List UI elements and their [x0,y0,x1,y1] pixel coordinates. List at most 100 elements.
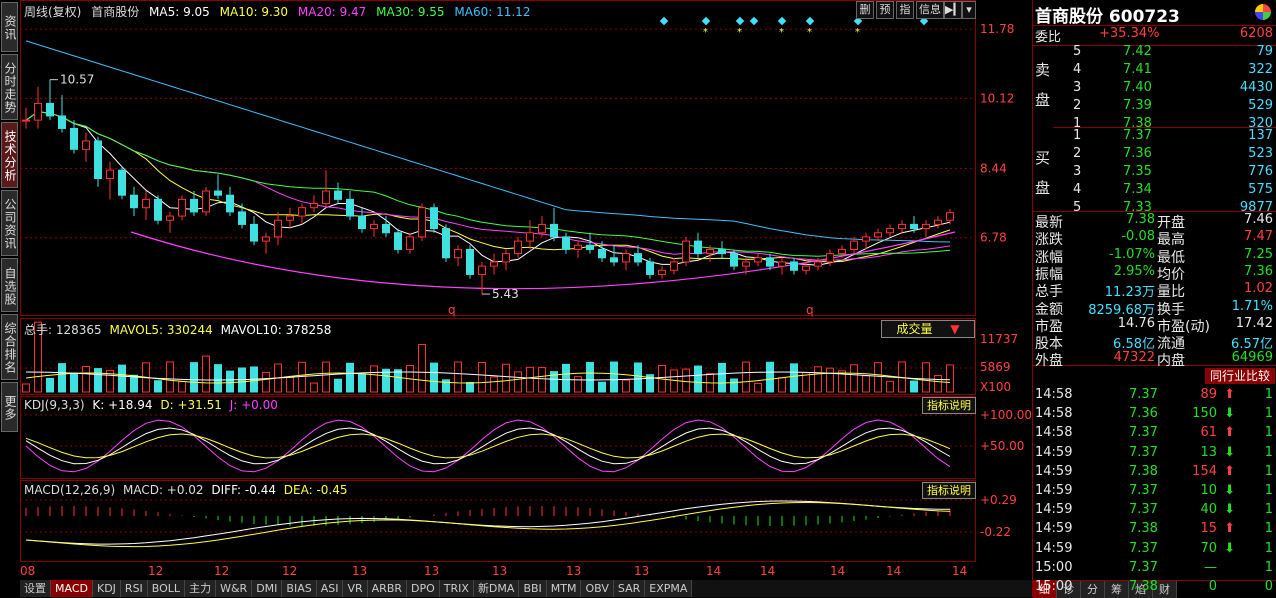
indicator-tab-7[interactable]: DMI [252,580,283,597]
indicator-tab-1[interactable]: MACD [51,580,93,597]
event-star-icon: * [737,27,742,38]
volume-bar [334,378,342,393]
level-price: 7.36 [1123,146,1152,161]
mavol5: MAVOL5: 330244 [109,323,213,337]
level-price: 7.37 [1123,128,1152,143]
chevron-down-icon[interactable]: ▾ [962,1,976,19]
volume-bar [418,343,426,393]
trade-row: 14:58 7.36 150 ⬇ 1 [1033,406,1276,425]
kdj-header: KDJ(9,3,3) K: +18.94 D: +31.51 J: +0.00 [24,398,278,412]
volume-bar [202,355,210,393]
price-tick-label: 8.44 [980,162,1007,176]
trade-time: 14:58 [1035,387,1073,402]
candle-body [634,253,642,263]
candle-body [586,244,594,250]
volume-bar [262,371,270,393]
volume-bar [946,364,954,393]
volume-bar [394,369,402,393]
indicator-tab-0[interactable]: 设置 [20,580,51,597]
level-number: 1 [1073,128,1082,143]
indicator-tab-19[interactable]: EXPMA [645,580,693,597]
level-number: 2 [1073,146,1082,161]
industry-compare-button[interactable]: 同行业比较 [1205,368,1275,384]
event-star-icon: * [779,27,784,38]
stat-value: 17.42 [1235,315,1273,331]
indicator-tab-8[interactable]: BIAS [282,580,317,597]
indicator-tab-17[interactable]: OBV [581,580,614,597]
volume-bar [826,367,834,393]
volume-bar [622,379,630,393]
volume-bar [358,373,366,393]
arrow-up-icon: ⬆ [1224,425,1235,441]
x-axis-label: 14 [886,564,901,578]
indicator-tab-9[interactable]: ASI [316,580,344,597]
indicator-tab-6[interactable]: W&R [216,580,253,597]
macd-help-button[interactable]: 指标说明 [922,482,976,499]
tab-more[interactable]: 更多 [1,382,18,432]
expand-icon[interactable]: ▶▎ [944,1,962,19]
trade-count: 1 [1264,463,1273,479]
quote-title: 首商股份 600723 [1035,7,1180,27]
trade-price: 7.37 [1129,425,1158,441]
indicator-tab-18[interactable]: SAR [613,580,646,597]
price-panel-border [20,0,976,316]
ma10-value: MA10: 9.30 [219,5,289,19]
volume-bar [478,361,486,393]
trade-time: 14:58 [1035,406,1073,422]
indicator-tab-14[interactable]: 新DMA [473,580,520,597]
level-volume: 79 [1256,44,1273,59]
volume-bar [814,366,822,393]
tab-technical[interactable]: 技术分析 [1,122,18,188]
stat-row: 振幅 2.95% 均价 7.36 [1033,264,1276,283]
indicator-tab-15[interactable]: BBI [519,580,547,597]
kdj-help-button[interactable]: 指标说明 [922,397,976,414]
volume-bar [694,365,702,393]
volume-bar [598,381,606,393]
indicator-tab-13[interactable]: TRIX [439,580,474,597]
indicator-tab-4[interactable]: BOLL [147,580,186,597]
tab-watchlist[interactable]: 自选股 [1,258,18,312]
candle-body [502,253,510,263]
q-marker: q [806,303,814,317]
mavol5-line [25,372,951,384]
trade-volume: 40 [1200,502,1217,518]
indicator-tab-16[interactable]: MTM [546,580,582,597]
arrow-down-icon: ⬇ [1224,444,1235,460]
left-tab-bar: 资讯 分时走势 技术分析 公司资讯 自选股 综合排名 更多 [0,0,20,597]
candle-body [214,190,222,196]
indicator-tab-10[interactable]: VR [343,580,368,597]
candle-body [382,223,390,234]
tab-news[interactable]: 资讯 [1,2,18,52]
trade-count: 1 [1264,406,1273,422]
tab-intraday[interactable]: 分时走势 [1,54,18,120]
indicator-tab-11[interactable]: ARBR [367,580,408,597]
volume-indicator-select[interactable]: 成交量 ▼ [881,320,975,338]
candle-body [286,215,294,221]
candle-body [226,194,234,213]
trade-count: 1 [1264,444,1273,460]
trade-price: 7.38 [1129,463,1158,479]
indicator-button[interactable]: 指 [896,1,914,19]
volume-bar [58,363,66,393]
level-volume: 529 [1248,98,1273,113]
tab-company-info[interactable]: 公司资讯 [1,190,18,256]
indicator-tab-12[interactable]: DPO [407,580,440,597]
indicator-tab-3[interactable]: RSI [120,580,148,597]
delete-button[interactable]: 删 [856,1,874,19]
indicator-tab-5[interactable]: 主力 [185,580,217,597]
stock-name: 首商股份 [91,5,140,19]
stat-value: 7.38 [1126,212,1155,227]
candle-body [706,248,714,255]
arrow-down-icon: ⬇ [1224,483,1235,498]
preview-button[interactable]: 预 [876,1,894,19]
stat-row: 股本 6.58亿 流通 6.57亿 [1033,333,1276,352]
level-volume: 776 [1248,164,1273,179]
volume-bar [754,382,762,393]
candle-body [70,127,78,150]
pie-chart-icon[interactable] [1255,4,1271,20]
indicator-tab-2[interactable]: KDJ [92,580,121,597]
level-price: 7.41 [1123,62,1152,77]
ma30-line [25,111,951,257]
info-button[interactable]: 信息 [916,1,944,19]
tab-ranking[interactable]: 综合排名 [1,314,18,380]
